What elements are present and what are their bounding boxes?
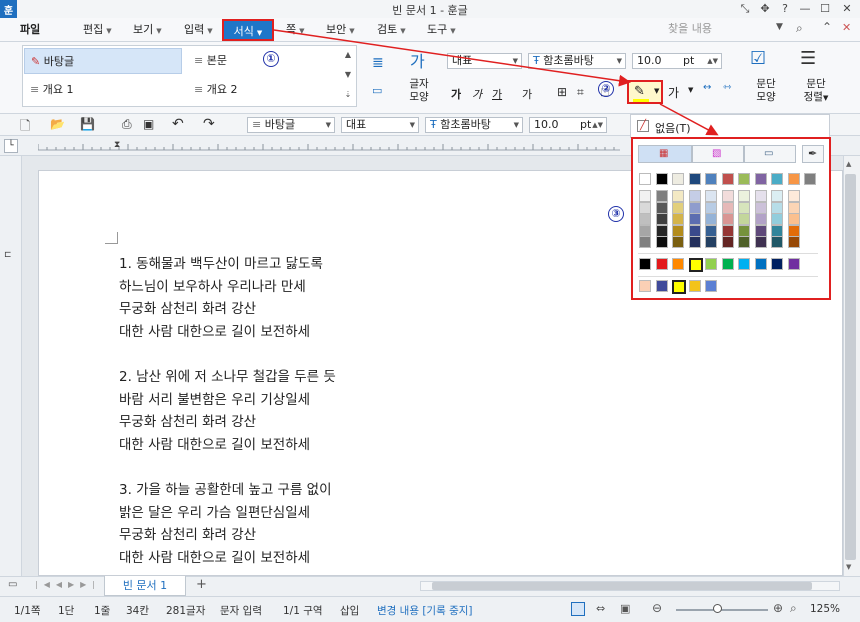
annotation-marker-3: ③ <box>608 206 624 222</box>
annotation-marker-1: ① <box>263 51 279 67</box>
annotation-arrows <box>273 29 719 136</box>
annotation-marker-2: ② <box>598 81 614 97</box>
